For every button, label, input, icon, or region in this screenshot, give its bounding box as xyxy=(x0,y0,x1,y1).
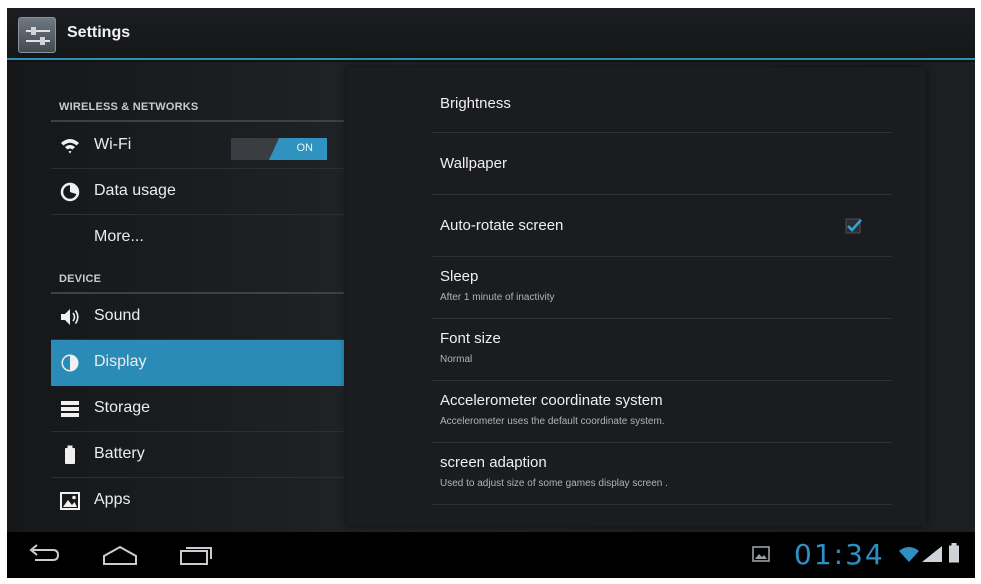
settings-content: WIRELESS & NETWORKS Wi-Fi ON Data usage … xyxy=(7,62,975,532)
sidebar-item-label: Sound xyxy=(94,307,141,324)
battery-icon xyxy=(65,445,75,464)
sidebar-item-battery[interactable]: Battery xyxy=(51,432,344,478)
auto-rotate-checkbox[interactable] xyxy=(845,217,863,235)
section-header-label: DEVICE xyxy=(59,273,102,285)
home-icon[interactable] xyxy=(102,544,138,566)
setting-summary: Accelerometer uses the default coordinat… xyxy=(440,416,665,427)
sidebar-item-wifi[interactable]: Wi-Fi ON xyxy=(51,123,344,169)
setting-auto-rotate[interactable]: Auto-rotate screen xyxy=(432,195,892,257)
sidebar-item-display[interactable]: Display xyxy=(51,340,344,386)
wifi-toggle-label: ON xyxy=(296,142,314,154)
setting-screen-adaption[interactable]: screen adaption Used to adjust size of s… xyxy=(432,443,892,505)
setting-font-size[interactable]: Font size Normal xyxy=(432,319,892,381)
status-clock: 01:34 xyxy=(794,538,885,571)
sidebar-item-label: Apps xyxy=(94,491,131,508)
status-wifi-icon xyxy=(899,547,919,562)
sidebar-item-label: Battery xyxy=(94,445,145,462)
system-nav-bar: 01:34 xyxy=(7,532,975,578)
storage-icon xyxy=(61,401,79,417)
setting-title: Font size xyxy=(440,330,501,347)
recent-apps-icon[interactable] xyxy=(179,544,213,566)
sidebar-item-label: Storage xyxy=(94,399,151,416)
setting-sleep[interactable]: Sleep After 1 minute of inactivity xyxy=(432,257,892,319)
setting-wallpaper[interactable]: Wallpaper xyxy=(432,133,892,195)
setting-title: Wallpaper xyxy=(440,155,507,172)
display-settings-panel: Brightness Wallpaper Auto-rotate screen … xyxy=(347,67,926,526)
speaker-icon xyxy=(61,309,79,325)
gallery-notification-icon[interactable] xyxy=(752,546,770,562)
setting-title: Auto-rotate screen xyxy=(440,217,564,234)
sidebar-item-apps[interactable]: Apps xyxy=(51,478,344,524)
settings-sidebar: WIRELESS & NETWORKS Wi-Fi ON Data usage … xyxy=(51,62,344,532)
setting-brightness[interactable]: Brightness xyxy=(432,71,892,133)
setting-title: Accelerometer coordinate system xyxy=(440,392,663,409)
signal-strength-icon xyxy=(922,546,942,562)
sidebar-item-label: More... xyxy=(94,228,144,245)
setting-summary: After 1 minute of inactivity xyxy=(440,292,555,303)
status-battery-icon xyxy=(949,543,959,563)
section-header-label: WIRELESS & NETWORKS xyxy=(59,101,199,113)
apps-icon xyxy=(60,492,80,510)
sidebar-item-more[interactable]: More... xyxy=(51,215,344,261)
data-usage-icon xyxy=(60,182,80,202)
setting-summary: Used to adjust size of some games displa… xyxy=(440,478,668,489)
setting-summary: Normal xyxy=(440,354,473,365)
sidebar-item-label: Data usage xyxy=(94,182,176,199)
tablet-screen: Settings WIRELESS & NETWORKS Wi-Fi ON Da… xyxy=(7,8,975,578)
sidebar-item-label: Display xyxy=(94,353,147,370)
action-bar: Settings xyxy=(7,8,975,60)
sidebar-item-data-usage[interactable]: Data usage xyxy=(51,169,344,215)
sidebar-item-sound[interactable]: Sound xyxy=(51,294,344,340)
setting-title: Brightness xyxy=(440,95,511,112)
settings-app-icon[interactable] xyxy=(18,17,56,53)
app-title: Settings xyxy=(67,24,131,41)
wifi-icon xyxy=(61,139,79,154)
back-icon[interactable] xyxy=(27,544,61,566)
setting-title: screen adaption xyxy=(440,454,547,471)
setting-title: Sleep xyxy=(440,268,479,285)
section-header-wireless: WIRELESS & NETWORKS xyxy=(51,86,344,122)
wifi-toggle[interactable]: ON xyxy=(231,138,327,160)
setting-accelerometer[interactable]: Accelerometer coordinate system Accelero… xyxy=(432,381,892,443)
section-header-device: DEVICE xyxy=(51,258,344,294)
display-icon xyxy=(61,354,79,372)
sidebar-item-label: Wi-Fi xyxy=(94,136,132,153)
sidebar-item-storage[interactable]: Storage xyxy=(51,386,344,432)
